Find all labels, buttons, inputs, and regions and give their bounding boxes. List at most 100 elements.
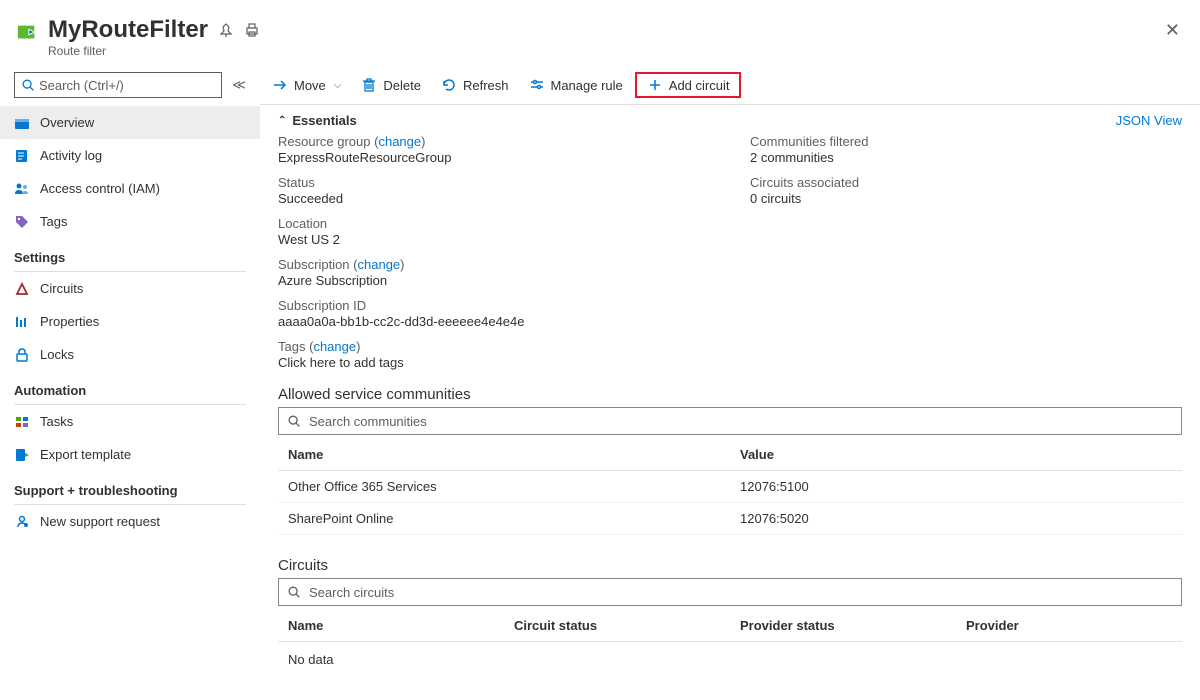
search-icon: [287, 585, 301, 599]
no-data-text: No data: [278, 642, 1182, 677]
nav-label: Properties: [40, 314, 99, 329]
nav-label: Export template: [40, 447, 131, 462]
communities-value: 2 communities: [750, 150, 1182, 165]
print-icon[interactable]: [244, 22, 260, 38]
locks-icon: [14, 347, 30, 363]
change-rg-link[interactable]: change: [378, 134, 421, 149]
sidebar-item-tasks[interactable]: Tasks: [0, 405, 260, 438]
pin-icon[interactable]: [218, 22, 234, 38]
circuits-icon: [14, 281, 30, 297]
circuits-assoc-value: 0 circuits: [750, 191, 1182, 206]
table-row[interactable]: SharePoint Online 12076:5020: [278, 503, 1182, 535]
move-icon: [272, 77, 288, 93]
communities-label: Communities filtered: [750, 134, 1182, 149]
sidebar: Search (Ctrl+/) ≪ Overview Activity log …: [0, 66, 260, 700]
allowed-communities-section: Allowed service communities Search commu…: [260, 378, 1200, 535]
title-block: MyRouteFilter Route filter: [48, 16, 1161, 58]
collapse-sidebar-icon[interactable]: ≪: [230, 76, 248, 94]
delete-button[interactable]: Delete: [353, 73, 429, 97]
sidebar-item-locks[interactable]: Locks: [0, 338, 260, 371]
search-placeholder: Search (Ctrl+/): [39, 78, 124, 93]
support-icon: [14, 514, 30, 530]
circuits-section: Circuits Search circuits Name Circuit st…: [260, 549, 1200, 677]
plus-icon: [647, 77, 663, 93]
col-value[interactable]: Value: [730, 439, 1182, 471]
circuits-table: Name Circuit status Provider status Prov…: [278, 610, 1182, 642]
allowed-title: Allowed service communities: [278, 386, 1182, 403]
cmd-label: Refresh: [463, 78, 509, 93]
subscription-value[interactable]: Azure Subscription: [278, 273, 710, 288]
subid-label: Subscription ID: [278, 298, 710, 313]
sidebar-search-input[interactable]: Search (Ctrl+/): [14, 72, 222, 98]
main-content: Move ⌵ Delete Refresh Manage rule Add ci…: [260, 66, 1200, 700]
cell-name: Other Office 365 Services: [278, 471, 730, 503]
search-icon: [287, 414, 301, 428]
nav-group-settings: Settings: [0, 238, 260, 269]
sidebar-item-overview[interactable]: Overview: [0, 106, 260, 139]
delete-icon: [361, 77, 377, 93]
essentials-section: ⌃ Essentials JSON View Resource group (c…: [260, 105, 1200, 378]
search-communities-input[interactable]: Search communities: [278, 407, 1182, 435]
communities-table: Name Value Other Office 365 Services 120…: [278, 439, 1182, 535]
search-icon: [21, 78, 35, 92]
essentials-toggle[interactable]: ⌃ Essentials JSON View: [278, 113, 1182, 128]
status-label: Status: [278, 175, 710, 190]
col-provider-status[interactable]: Provider status: [730, 610, 956, 642]
col-status[interactable]: Circuit status: [504, 610, 730, 642]
command-bar: Move ⌵ Delete Refresh Manage rule Add ci…: [260, 66, 1200, 105]
status-value: Succeeded: [278, 191, 710, 206]
sidebar-item-circuits[interactable]: Circuits: [0, 272, 260, 305]
search-placeholder: Search circuits: [309, 585, 394, 600]
cell-value: 12076:5020: [730, 503, 1182, 535]
iam-icon: [14, 181, 30, 197]
refresh-button[interactable]: Refresh: [433, 73, 517, 97]
sidebar-item-activity-log[interactable]: Activity log: [0, 139, 260, 172]
nav-label: Tasks: [40, 414, 73, 429]
cmd-label: Move: [294, 78, 326, 93]
col-provider[interactable]: Provider: [956, 610, 1182, 642]
nav-label: Access control (IAM): [40, 181, 160, 196]
search-circuits-input[interactable]: Search circuits: [278, 578, 1182, 606]
sidebar-item-export-template[interactable]: Export template: [0, 438, 260, 471]
table-row[interactable]: Other Office 365 Services 12076:5100: [278, 471, 1182, 503]
settings-icon: [529, 77, 545, 93]
tags-label: Tags (change): [278, 339, 710, 354]
nav-group-support: Support + troubleshooting: [0, 471, 260, 502]
change-sub-link[interactable]: change: [358, 257, 401, 272]
nav-label: New support request: [40, 514, 160, 529]
activity-log-icon: [14, 148, 30, 164]
sidebar-item-tags[interactable]: Tags: [0, 205, 260, 238]
chevron-up-icon: ⌃: [278, 115, 286, 126]
resource-group-value[interactable]: ExpressRouteResourceGroup: [278, 150, 710, 165]
page-header: MyRouteFilter Route filter ✕: [0, 0, 1200, 66]
sidebar-item-iam[interactable]: Access control (IAM): [0, 172, 260, 205]
change-tags-link[interactable]: change: [313, 339, 356, 354]
sidebar-item-new-support[interactable]: New support request: [0, 505, 260, 538]
move-button[interactable]: Move ⌵: [264, 73, 349, 97]
cmd-label: Manage rule: [551, 78, 623, 93]
location-value: West US 2: [278, 232, 710, 247]
sidebar-item-properties[interactable]: Properties: [0, 305, 260, 338]
chevron-down-icon: ⌵: [334, 80, 342, 91]
close-icon[interactable]: ✕: [1161, 16, 1184, 45]
manage-rule-button[interactable]: Manage rule: [521, 73, 631, 97]
resource-icon: [16, 22, 38, 44]
subscription-label: Subscription (change): [278, 257, 710, 272]
tags-value[interactable]: Click here to add tags: [278, 355, 710, 370]
nav-label: Overview: [40, 115, 94, 130]
page-subtitle: Route filter: [48, 44, 1161, 58]
col-name[interactable]: Name: [278, 610, 504, 642]
nav-label: Tags: [40, 214, 67, 229]
json-view-link[interactable]: JSON View: [1116, 113, 1182, 128]
nav-label: Activity log: [40, 148, 102, 163]
col-name[interactable]: Name: [278, 439, 730, 471]
cell-value: 12076:5100: [730, 471, 1182, 503]
subid-value: aaaa0a0a-bb1b-cc2c-dd3d-eeeeee4e4e4e: [278, 314, 710, 329]
search-placeholder: Search communities: [309, 414, 427, 429]
overview-icon: [14, 115, 30, 131]
add-circuit-button[interactable]: Add circuit: [635, 72, 742, 98]
cmd-label: Delete: [383, 78, 421, 93]
essentials-heading: Essentials: [292, 113, 356, 128]
nav-label: Locks: [40, 347, 74, 362]
sidebar-nav: Overview Activity log Access control (IA…: [0, 106, 260, 700]
